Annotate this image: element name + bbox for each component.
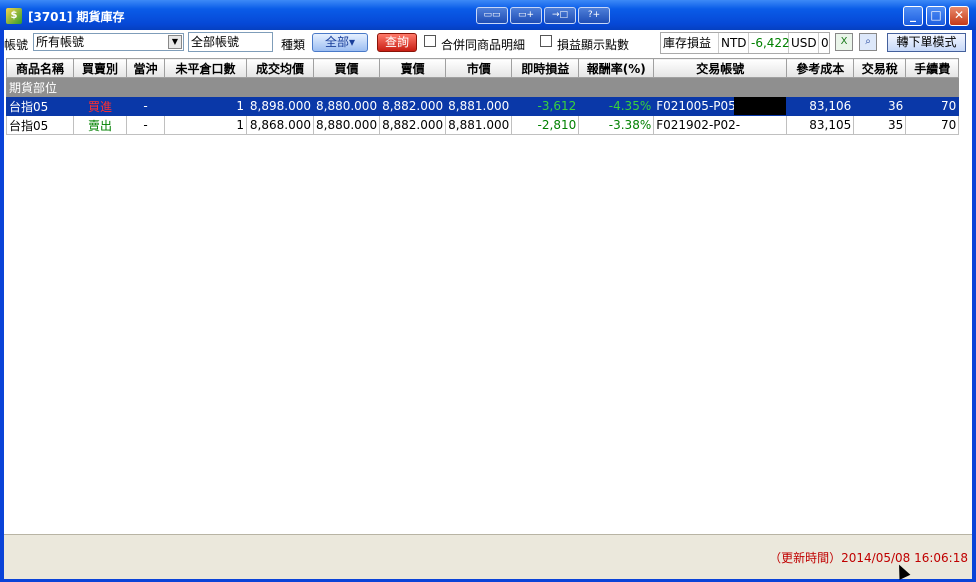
bid-cell: 8,880.000: [312, 115, 381, 135]
status-bar: （更新時間）2014/05/08 16:06:18: [4, 534, 972, 579]
account-text: F021005-P05-: [656, 99, 741, 113]
main-window: $ [3701] 期貨庫存 ▭▭ ▭+ →□ ?+ _ □ ✕ 帳號 所有帳號 …: [0, 0, 976, 582]
fee-cell: 70: [905, 96, 960, 116]
account-select[interactable]: 所有帳號 ▼: [33, 33, 184, 51]
return-cell: -4.35%: [578, 96, 655, 116]
column-header[interactable]: 商品名稱: [6, 58, 74, 78]
close-button[interactable]: ✕: [949, 6, 969, 26]
points-checkbox[interactable]: [540, 35, 552, 47]
filter-toolbar: 帳號 所有帳號 ▼ 全部帳號 種類 全部▾ 查詢 合併同商品明細 損益顯示點數 …: [4, 30, 972, 56]
account-cell: F021902-P02-: [653, 115, 788, 135]
account-name-field[interactable]: 全部帳號: [188, 32, 273, 52]
bid-cell: 8,880.000: [312, 96, 381, 116]
avg-price-cell: 8,898.000: [246, 96, 314, 116]
daytrade-cell: -: [126, 115, 165, 135]
type-dropdown-button[interactable]: 全部▾: [312, 33, 368, 52]
cost-cell: 83,106: [786, 96, 855, 116]
tax-cell: 35: [853, 115, 907, 135]
column-header[interactable]: 即時損益: [511, 58, 580, 78]
update-time: （更新時間）2014/05/08 16:06:18: [769, 551, 968, 565]
inventory-grid: 商品名稱 買賣別 當沖 未平倉口數 成交均價 買價 賣價 市價 即時損益 報酬率…: [4, 56, 972, 534]
ask-cell: 8,882.000: [379, 115, 447, 135]
maximize-button[interactable]: □: [926, 6, 946, 26]
type-button-label: 全部: [324, 35, 349, 49]
column-header[interactable]: 手續費: [905, 58, 960, 78]
column-header[interactable]: 當沖: [126, 58, 165, 78]
inventory-label: 庫存損益: [661, 33, 719, 53]
order-mode-button[interactable]: 轉下單模式: [887, 33, 966, 52]
product-cell: 台指05: [6, 115, 74, 135]
ntd-value: -6,422: [749, 33, 790, 53]
title-bar[interactable]: $ [3701] 期貨庫存 ▭▭ ▭+ →□ ?+ _ □ ✕: [0, 0, 976, 30]
pnl-cell: -2,810: [511, 115, 580, 135]
usd-label: USD: [789, 33, 819, 53]
market-cell: 8,881.000: [445, 115, 513, 135]
redaction-box: [734, 97, 786, 115]
export-icon[interactable]: →□: [544, 7, 576, 24]
table-header-row: 商品名稱 買賣別 當沖 未平倉口數 成交均價 買價 賣價 市價 即時損益 報酬率…: [6, 58, 960, 78]
open-qty-cell: 1: [164, 96, 247, 116]
usd-value: 0: [821, 36, 829, 50]
table-row[interactable]: 台指05 買進 - 1 8,898.000 8,880.000 8,882.00…: [6, 96, 960, 116]
account-select-value: 所有帳號: [36, 35, 85, 49]
search-icon[interactable]: ⌕: [859, 33, 877, 51]
chevron-down-icon: ▾: [348, 35, 356, 49]
points-label: 損益顯示點數: [557, 38, 630, 52]
product-cell: 台指05: [6, 96, 74, 116]
cost-cell: 83,105: [786, 115, 855, 135]
column-header[interactable]: 市價: [445, 58, 513, 78]
return-cell: -3.38%: [578, 115, 655, 135]
column-header[interactable]: 成交均價: [246, 58, 314, 78]
column-header[interactable]: 未平倉口數: [164, 58, 247, 78]
window-icon[interactable]: ▭+: [510, 7, 542, 24]
open-qty-cell: 1: [164, 115, 247, 135]
group-row: 期貨部位: [5, 77, 960, 97]
merge-checkbox[interactable]: [424, 35, 436, 47]
column-header[interactable]: 賣價: [379, 58, 447, 78]
column-header[interactable]: 買賣別: [73, 58, 127, 78]
window-title: [3701] 期貨庫存: [28, 10, 125, 24]
market-cell: 8,881.000: [445, 96, 513, 116]
column-header[interactable]: 交易稅: [853, 58, 907, 78]
query-button[interactable]: 查詢: [377, 33, 417, 52]
chevron-down-icon[interactable]: ▼: [168, 35, 182, 49]
account-cell: F021005-P05-: [653, 96, 788, 116]
inventory-summary: 庫存損益 NTD -6,422 USD 0: [660, 32, 830, 54]
ask-cell: 8,882.000: [379, 96, 447, 116]
column-header[interactable]: 買價: [312, 58, 381, 78]
help-icon[interactable]: ?+: [578, 7, 610, 24]
minimize-button[interactable]: _: [903, 6, 923, 26]
column-header[interactable]: 報酬率(%): [578, 58, 655, 78]
layout-icon[interactable]: ▭▭: [476, 7, 508, 24]
app-icon: $: [6, 8, 22, 24]
table-row[interactable]: 台指05 賣出 - 1 8,868.000 8,880.000 8,882.00…: [6, 115, 960, 135]
client-area: 帳號 所有帳號 ▼ 全部帳號 種類 全部▾ 查詢 合併同商品明細 損益顯示點數 …: [4, 30, 972, 579]
column-header[interactable]: 參考成本: [786, 58, 855, 78]
side-cell: 買進: [73, 96, 127, 116]
fee-cell: 70: [905, 115, 960, 135]
daytrade-cell: -: [126, 96, 165, 116]
inventory-table: 商品名稱 買賣別 當沖 未平倉口數 成交均價 買價 賣價 市價 即時損益 報酬率…: [5, 58, 960, 135]
column-header[interactable]: 交易帳號: [653, 58, 788, 78]
account-label: 帳號: [4, 38, 29, 52]
excel-icon[interactable]: X: [835, 33, 853, 51]
pnl-cell: -3,612: [511, 96, 580, 116]
ntd-label: NTD: [719, 33, 749, 53]
group-label: 期貨部位: [5, 77, 960, 97]
avg-price-cell: 8,868.000: [246, 115, 314, 135]
side-cell: 賣出: [73, 115, 127, 135]
type-label: 種類: [281, 38, 306, 52]
tax-cell: 36: [853, 96, 907, 116]
merge-label: 合併同商品明細: [441, 38, 526, 52]
